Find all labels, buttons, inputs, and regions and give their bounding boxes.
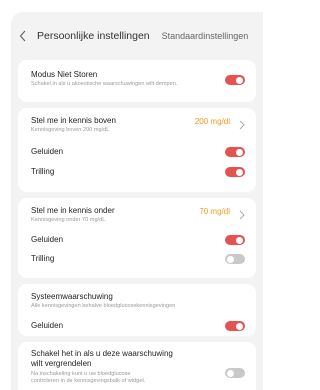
above-sounds-label: Geluiden	[31, 147, 64, 156]
dnd-toggle[interactable]	[225, 75, 245, 85]
above-vibration-toggle[interactable]	[225, 167, 245, 177]
notify-above-value[interactable]: 200 mg/dl	[195, 117, 230, 126]
system-sounds-toggle[interactable]	[225, 321, 245, 331]
page-title: Persoonlijke instellingen	[37, 30, 150, 42]
system-alert-description: Alle kennisgevingen behalve bloedglucose…	[31, 303, 176, 309]
dnd-card: Modus Niet Storen Schakel in als u akoes…	[18, 60, 256, 102]
notify-below-value[interactable]: 70 mg/dl	[199, 207, 230, 216]
system-alert-card: Systeemwaarschuwing Alle kennisgevingen …	[18, 284, 256, 336]
below-vibration-label: Trilling	[31, 254, 55, 263]
chevron-right-icon[interactable]	[239, 207, 245, 220]
dnd-description: Schakel in als u akoestische waarschuwin…	[31, 81, 178, 87]
settings-screen: Persoonlijke instellingen Standaardinste…	[11, 12, 263, 390]
below-vibration-toggle[interactable]	[225, 254, 245, 264]
above-sounds-toggle[interactable]	[225, 147, 245, 157]
notify-below-card: Stel me in kennis onder Kennisgeving ond…	[18, 198, 256, 278]
lock-alert-label-line1: Schakel het in als u deze waarschuwing	[31, 349, 173, 358]
system-sounds-label: Geluiden	[31, 321, 64, 330]
dnd-label: Modus Niet Storen	[31, 70, 98, 79]
notify-below-description: Kennisgeving onder 70 mg/dL	[31, 217, 106, 223]
chevron-left-icon[interactable]	[19, 28, 33, 44]
tab-default-settings[interactable]: Standaardinstellingen	[162, 31, 249, 41]
below-sounds-toggle[interactable]	[225, 235, 245, 245]
system-alert-label: Systeemwaarschuwing	[31, 292, 113, 301]
chevron-right-icon[interactable]	[239, 117, 245, 130]
lock-alert-description-line2: controleren in de kennisgevingsbalk of w…	[31, 378, 146, 384]
notify-above-description: Kennisgeving boven 200 mg/dL	[31, 127, 110, 133]
lock-alert-card: Schakel het in als u deze waarschuwing w…	[18, 342, 256, 390]
above-vibration-label: Trilling	[31, 167, 55, 176]
below-sounds-label: Geluiden	[31, 235, 64, 244]
lock-alert-label-line2: wilt vergrendelen	[31, 359, 92, 368]
notify-above-card: Stel me in kennis boven Kennisgeving bov…	[18, 108, 256, 192]
lock-alert-toggle[interactable]	[225, 368, 245, 378]
page-header: Persoonlijke instellingen Standaardinste…	[11, 12, 263, 60]
lock-alert-description-line1: Na inschakeling kunt u uw bloedglucose	[31, 371, 131, 377]
